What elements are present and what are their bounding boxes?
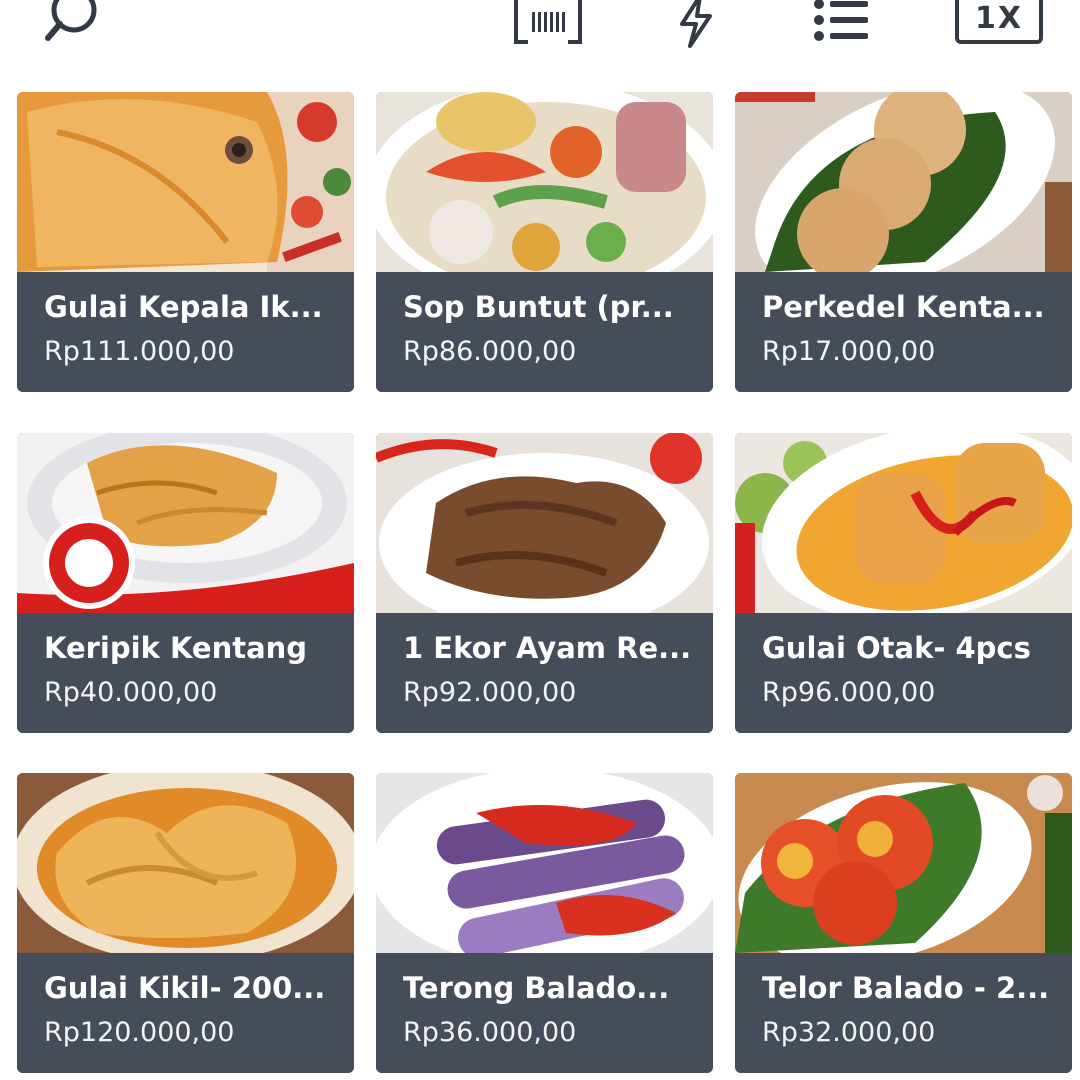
- product-price: Rp40.000,00: [44, 677, 218, 708]
- product-name: Gulai Kikil- 200...: [44, 971, 326, 1005]
- quantity-multiplier-button[interactable]: 1X: [955, 0, 1043, 44]
- product-info: Telor Balado - 2... Rp32.000,00: [735, 953, 1072, 1073]
- product-name: Gulai Otak- 4pcs: [762, 631, 1031, 665]
- product-name: Keripik Kentang: [44, 631, 308, 665]
- product-price: Rp32.000,00: [762, 1017, 936, 1048]
- search-button[interactable]: [40, 0, 104, 50]
- product-info: 1 Ekor Ayam Re... Rp92.000,00: [376, 613, 713, 733]
- product-image: [735, 92, 1072, 272]
- product-card[interactable]: Gulai Kikil- 200... Rp120.000,00: [17, 773, 354, 1073]
- flash-icon: [680, 0, 712, 48]
- product-image: [17, 773, 354, 953]
- product-card[interactable]: Perkedel Kenta... Rp17.000,00: [735, 92, 1072, 392]
- product-name: Sop Buntut (pr...: [403, 290, 674, 324]
- product-price: Rp36.000,00: [403, 1017, 577, 1048]
- list-view-button[interactable]: [812, 0, 870, 48]
- product-info: Gulai Kepala Ik... Rp111.000,00: [17, 272, 354, 392]
- top-toolbar: 1X: [0, 0, 1080, 80]
- product-image: [735, 433, 1072, 613]
- product-info: Sop Buntut (pr... Rp86.000,00: [376, 272, 713, 392]
- product-info: Terong Balado... Rp36.000,00: [376, 953, 713, 1073]
- list-view-icon: [814, 0, 868, 41]
- product-price: Rp17.000,00: [762, 336, 936, 367]
- product-image: [376, 433, 713, 613]
- product-image: [376, 92, 713, 272]
- product-name: 1 Ekor Ayam Re...: [403, 631, 692, 665]
- product-price: Rp92.000,00: [403, 677, 577, 708]
- product-price: Rp86.000,00: [403, 336, 577, 367]
- product-card[interactable]: Keripik Kentang Rp40.000,00: [17, 433, 354, 733]
- product-card[interactable]: 1 Ekor Ayam Re... Rp92.000,00: [376, 433, 713, 733]
- product-info: Gulai Kikil- 200... Rp120.000,00: [17, 953, 354, 1073]
- barcode-scan-icon: [514, 0, 582, 44]
- product-name: Perkedel Kenta...: [762, 290, 1045, 324]
- product-price: Rp96.000,00: [762, 677, 936, 708]
- product-name: Gulai Kepala Ik...: [44, 290, 323, 324]
- barcode-scan-button[interactable]: [512, 0, 584, 50]
- product-price: Rp111.000,00: [44, 336, 235, 367]
- product-card[interactable]: Gulai Otak- 4pcs Rp96.000,00: [735, 433, 1072, 733]
- product-info: Gulai Otak- 4pcs Rp96.000,00: [735, 613, 1072, 733]
- product-image: [17, 92, 354, 272]
- product-price: Rp120.000,00: [44, 1017, 235, 1048]
- product-card[interactable]: Terong Balado... Rp36.000,00: [376, 773, 713, 1073]
- product-image: [735, 773, 1072, 953]
- product-card[interactable]: Gulai Kepala Ik... Rp111.000,00: [17, 92, 354, 392]
- product-info: Perkedel Kenta... Rp17.000,00: [735, 272, 1072, 392]
- product-name: Telor Balado - 2...: [762, 971, 1050, 1005]
- product-card[interactable]: Telor Balado - 2... Rp32.000,00: [735, 773, 1072, 1073]
- product-card[interactable]: Sop Buntut (pr... Rp86.000,00: [376, 92, 713, 392]
- product-name: Terong Balado...: [403, 971, 670, 1005]
- product-image: [376, 773, 713, 953]
- search-icon: [45, 0, 97, 41]
- product-info: Keripik Kentang Rp40.000,00: [17, 613, 354, 733]
- flash-button[interactable]: [670, 0, 720, 50]
- product-image: [17, 433, 354, 613]
